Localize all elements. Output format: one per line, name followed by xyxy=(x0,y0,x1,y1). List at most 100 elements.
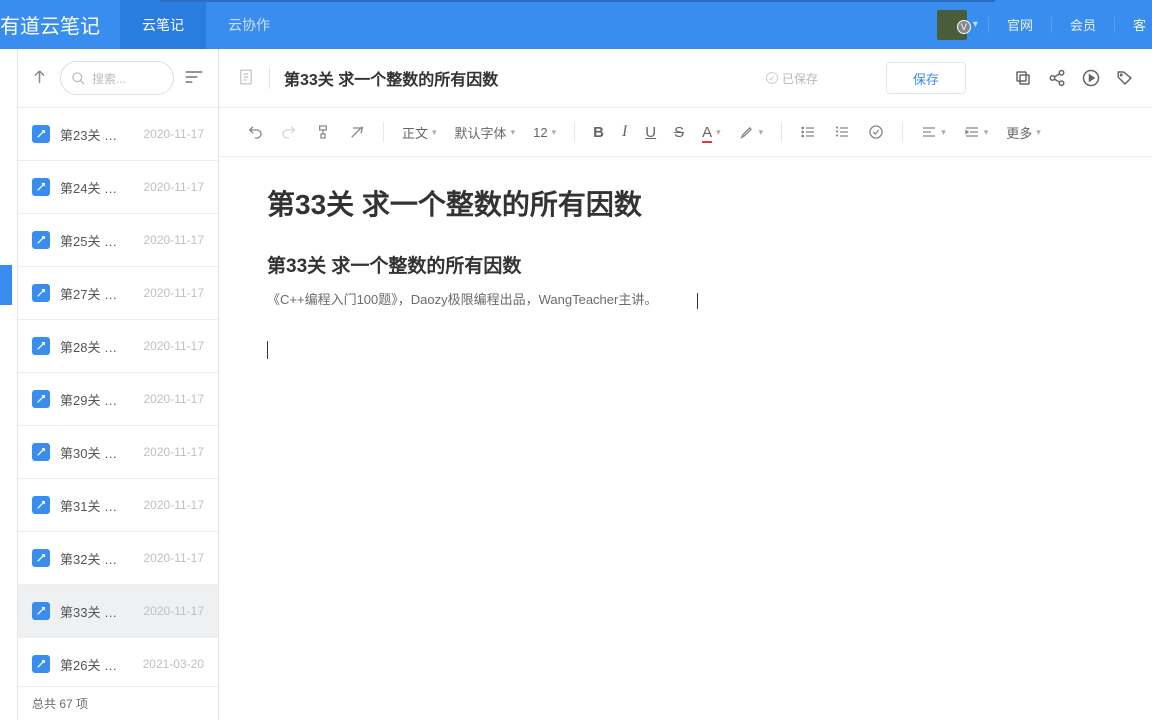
bold-button[interactable]: B xyxy=(593,124,604,141)
divider xyxy=(269,67,270,89)
search-placeholder: 搜索... xyxy=(92,70,126,87)
content-h2[interactable]: 第33关 求一个整数的所有因数 xyxy=(267,251,1104,278)
note-icon xyxy=(32,337,50,355)
tab-collab[interactable]: 云协作 xyxy=(206,0,292,49)
app-logo: 有道云笔记 xyxy=(0,10,120,39)
note-icon xyxy=(32,284,50,302)
note-title: 第27关 … xyxy=(60,284,134,303)
note-date: 2020-11-17 xyxy=(144,498,205,512)
note-item[interactable]: 第31关 … 2020-11-17 xyxy=(18,479,218,532)
note-date: 2020-11-17 xyxy=(144,445,205,459)
saved-status: ✓ 已保存 xyxy=(766,70,818,87)
list-footer: 总共 67 项 xyxy=(18,686,218,720)
note-date: 2020-11-17 xyxy=(144,127,205,141)
list-toolbar: 搜索... xyxy=(18,49,218,108)
share-icon[interactable] xyxy=(1048,69,1066,87)
tab-notes[interactable]: 云笔记 xyxy=(120,0,206,49)
tag-icon[interactable] xyxy=(1116,69,1134,87)
underline-button[interactable]: U xyxy=(645,124,656,141)
format-painter-button[interactable] xyxy=(315,124,331,140)
note-items: 第23关 … 2020-11-17 第24关 … 2020-11-17 第25关… xyxy=(18,108,218,686)
note-icon xyxy=(32,125,50,143)
content-h1[interactable]: 第33关 求一个整数的所有因数 xyxy=(267,183,1104,223)
left-rail xyxy=(0,49,18,720)
note-title: 第29关 … xyxy=(60,390,134,409)
paragraph-style-select[interactable]: 正文▾ xyxy=(402,123,437,142)
note-title: 第30关 … xyxy=(60,443,134,462)
note-item[interactable]: 第28关 … 2020-11-17 xyxy=(18,320,218,373)
note-item[interactable]: 第30关 … 2020-11-17 xyxy=(18,426,218,479)
note-item[interactable]: 第32关 … 2020-11-17 xyxy=(18,532,218,585)
font-family-select[interactable]: 默认字体▾ xyxy=(455,123,516,142)
vip-badge: V xyxy=(957,20,971,34)
note-title: 第25关 … xyxy=(60,231,134,250)
save-button[interactable]: 保存 xyxy=(886,62,966,94)
note-date: 2020-11-17 xyxy=(144,392,205,406)
link-member[interactable]: 会员 xyxy=(1051,17,1114,33)
editor-panel: 第33关 求一个整数的所有因数 ✓ 已保存 保存 xyxy=(219,49,1152,720)
highlight-button[interactable]: ▾ xyxy=(739,124,764,140)
editor-content[interactable]: 第33关 求一个整数的所有因数 第33关 求一个整数的所有因数 《C++编程入门… xyxy=(219,157,1152,720)
note-item[interactable]: 第24关 … 2020-11-17 xyxy=(18,161,218,214)
note-icon xyxy=(32,496,50,514)
search-input[interactable]: 搜索... xyxy=(60,61,174,95)
text-color-button[interactable]: A▾ xyxy=(702,124,721,141)
format-toolbar: 正文▾ 默认字体▾ 12▾ B I U S A▾ ▾ ▾ ▾ 更多▾ xyxy=(219,108,1152,157)
number-list-button[interactable] xyxy=(834,124,850,140)
note-icon xyxy=(32,390,50,408)
text-cursor xyxy=(267,341,268,359)
note-icon xyxy=(32,178,50,196)
note-icon xyxy=(32,602,50,620)
top-bar: 有道云笔记 云笔记 云协作 V ▾ 官网 会员 客 xyxy=(0,0,1152,49)
sort-icon[interactable] xyxy=(184,70,204,87)
checklist-button[interactable] xyxy=(868,124,884,140)
link-service[interactable]: 客 xyxy=(1114,17,1152,33)
document-icon xyxy=(237,68,255,89)
note-title: 第23关 … xyxy=(60,125,134,144)
editor-header: 第33关 求一个整数的所有因数 ✓ 已保存 保存 xyxy=(219,49,1152,108)
redo-button[interactable] xyxy=(281,124,297,140)
note-title: 第26关 … xyxy=(60,655,133,674)
content-paragraph[interactable]: 《C++编程入门100题》，Daozy极限编程出品，WangTeacher主讲。 xyxy=(267,290,1104,311)
text-cursor xyxy=(697,293,698,309)
rail-indicator xyxy=(0,265,12,305)
note-date: 2020-11-17 xyxy=(144,604,205,618)
play-icon[interactable] xyxy=(1082,69,1100,87)
note-item[interactable]: 第33关 … 2020-11-17 xyxy=(18,585,218,638)
note-date: 2020-11-17 xyxy=(144,551,205,565)
indent-button[interactable]: ▾ xyxy=(964,124,989,140)
note-item[interactable]: 第26关 … 2021-03-20 xyxy=(18,638,218,686)
note-date: 2020-11-17 xyxy=(144,180,205,194)
note-icon xyxy=(32,655,50,673)
note-icon xyxy=(32,231,50,249)
font-size-select[interactable]: 12▾ xyxy=(533,125,556,140)
note-title: 第32关 … xyxy=(60,549,134,568)
note-date: 2020-11-17 xyxy=(144,339,205,353)
clear-format-button[interactable] xyxy=(349,124,365,140)
document-title[interactable]: 第33关 求一个整数的所有因数 xyxy=(284,66,498,90)
strike-button[interactable]: S xyxy=(674,124,684,141)
search-icon xyxy=(71,71,86,86)
back-icon[interactable] xyxy=(32,68,50,89)
note-item[interactable]: 第23关 … 2020-11-17 xyxy=(18,108,218,161)
more-button[interactable]: 更多▾ xyxy=(1006,123,1041,142)
note-date: 2021-03-20 xyxy=(143,657,204,671)
italic-button[interactable]: I xyxy=(622,123,627,141)
chevron-down-icon: ▾ xyxy=(973,19,978,30)
note-title: 第28关 … xyxy=(60,337,134,356)
bullet-list-button[interactable] xyxy=(800,124,816,140)
copy-icon[interactable] xyxy=(1014,69,1032,87)
align-button[interactable]: ▾ xyxy=(921,124,946,140)
undo-button[interactable] xyxy=(247,124,263,140)
note-item[interactable]: 第29关 … 2020-11-17 xyxy=(18,373,218,426)
note-icon xyxy=(32,549,50,567)
link-official[interactable]: 官网 xyxy=(988,17,1051,33)
note-item[interactable]: 第25关 … 2020-11-17 xyxy=(18,214,218,267)
note-title: 第24关 … xyxy=(60,178,134,197)
note-title: 第33关 … xyxy=(60,602,134,621)
note-date: 2020-11-17 xyxy=(144,286,205,300)
note-title: 第31关 … xyxy=(60,496,134,515)
check-icon: ✓ xyxy=(766,72,778,84)
note-item[interactable]: 第27关 … 2020-11-17 xyxy=(18,267,218,320)
user-menu[interactable]: V ▾ xyxy=(927,10,988,40)
